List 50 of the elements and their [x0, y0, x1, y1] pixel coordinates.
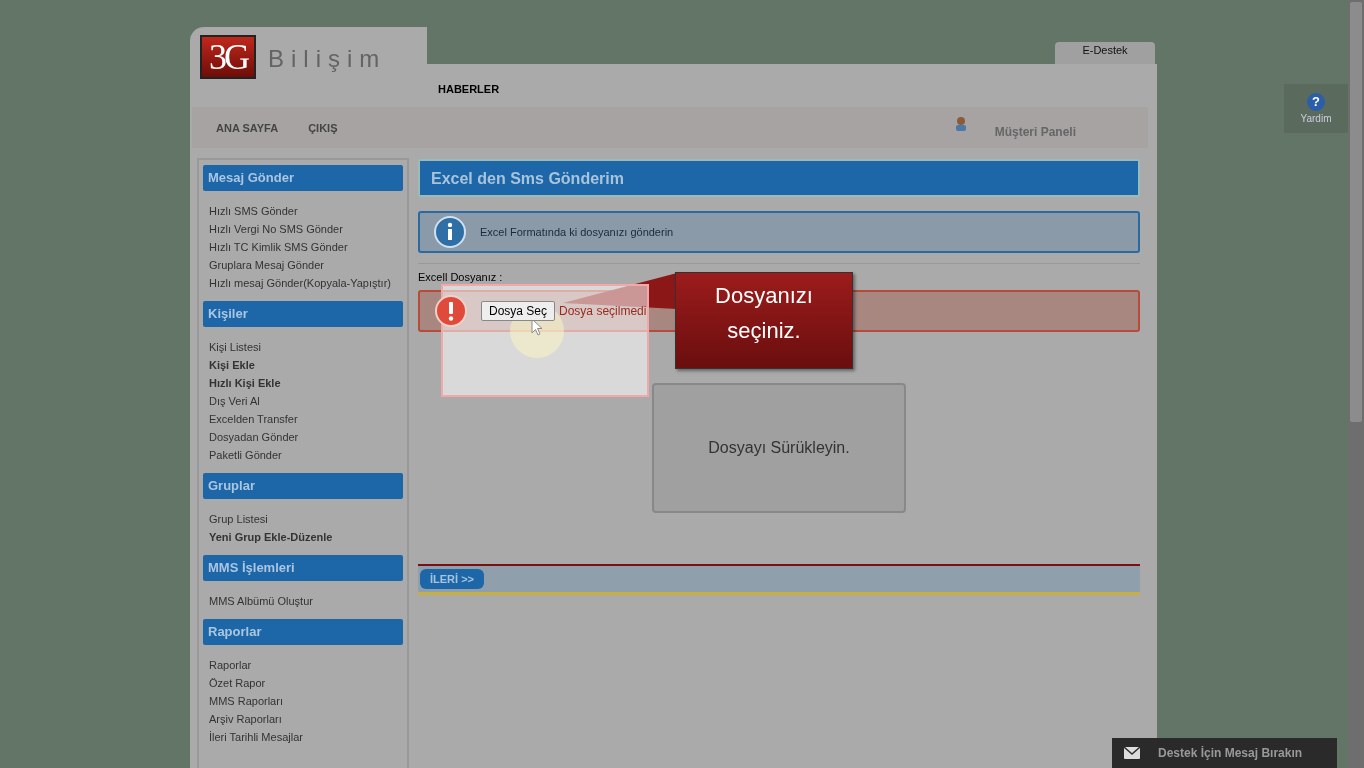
chat-label: Destek İçin Mesaj Bırakın	[1158, 746, 1303, 760]
section-header: Gruplar	[203, 473, 403, 499]
sidebar-link[interactable]: Arşiv Raporları	[209, 710, 397, 728]
scrollbar[interactable]	[1348, 0, 1364, 768]
sidebar-link[interactable]: Grup Listesi	[209, 510, 397, 528]
section-header: MMS İşlemleri	[203, 555, 403, 581]
page-title: Excel den Sms Gönderim	[418, 159, 1140, 197]
cursor-icon	[531, 318, 543, 336]
sidebar-link[interactable]: Raporlar	[209, 656, 397, 674]
sidebar-link[interactable]: Özet Rapor	[209, 674, 397, 692]
envelope-icon	[1124, 747, 1140, 759]
sidebar-link[interactable]: Dosyadan Gönder	[209, 428, 397, 446]
brand-name: Bilişim	[268, 45, 387, 73]
warning-icon	[435, 295, 467, 327]
drop-zone[interactable]: Dosyayı Sürükleyin.	[652, 383, 906, 513]
sidebar-link[interactable]: Excelden Transfer	[209, 410, 397, 428]
help-label: Yardim	[1300, 113, 1332, 124]
user-icon	[954, 115, 967, 132]
sidebar-link[interactable]: Dış Veri Al	[209, 392, 397, 410]
support-tab[interactable]: E-Destek	[1055, 42, 1155, 64]
sidebar-link[interactable]: MMS Raporları	[209, 692, 397, 710]
sidebar-link[interactable]: Hızlı SMS Gönder	[209, 202, 397, 220]
section-header: Kişiler	[203, 301, 403, 327]
choose-file-button[interactable]: Dosya Seç	[481, 301, 556, 321]
next-button[interactable]: İLERİ >>	[420, 569, 485, 589]
sidebar-link[interactable]: Kişi Listesi	[209, 338, 397, 356]
news-tab[interactable]: HABERLER	[438, 83, 500, 95]
sidebar-link[interactable]: Hızlı mesaj Gönder(Kopyala-Yapıştır)	[209, 274, 397, 292]
chat-bar[interactable]: Destek İçin Mesaj Bırakın	[1112, 738, 1337, 768]
sidebar-link[interactable]: Gruplara Mesaj Gönder	[209, 256, 397, 274]
callout-bubble: Dosyanızı seçiniz.	[675, 272, 853, 369]
sidebar-link[interactable]: Hızlı TC Kimlik SMS Gönder	[209, 238, 397, 256]
logo-mark: 3G	[200, 35, 256, 79]
nav-link[interactable]: ANA SAYFA	[216, 121, 279, 134]
help-icon: ?	[1307, 93, 1325, 111]
info-icon	[434, 216, 466, 248]
sidebar-link[interactable]: Paketli Gönder	[209, 446, 397, 464]
sidebar-link[interactable]: Hızlı Kişi Ekle	[209, 374, 397, 392]
sidebar-link[interactable]: MMS Albümü Oluştur	[209, 592, 397, 610]
sidebar-link[interactable]: Kişi Ekle	[209, 356, 397, 374]
sidebar-link[interactable]: İleri Tarihli Mesajlar	[209, 728, 397, 746]
sidebar-link[interactable]: Hızlı Vergi No SMS Gönder	[209, 220, 397, 238]
nav-link[interactable]: ÇIKIŞ	[308, 121, 338, 134]
file-status: Dosya seçilmedi	[559, 304, 647, 318]
section-header: Raporlar	[203, 619, 403, 645]
sidebar-link[interactable]: Yeni Grup Ekle-Düzenle	[209, 528, 397, 546]
section-header: Mesaj Gönder	[203, 165, 403, 191]
file-label: Excell Dosyanız :	[418, 271, 503, 283]
info-text: Excel Formatında ki dosyanızı gönderin	[480, 226, 674, 238]
help-widget[interactable]: ? Yardim	[1284, 84, 1348, 133]
